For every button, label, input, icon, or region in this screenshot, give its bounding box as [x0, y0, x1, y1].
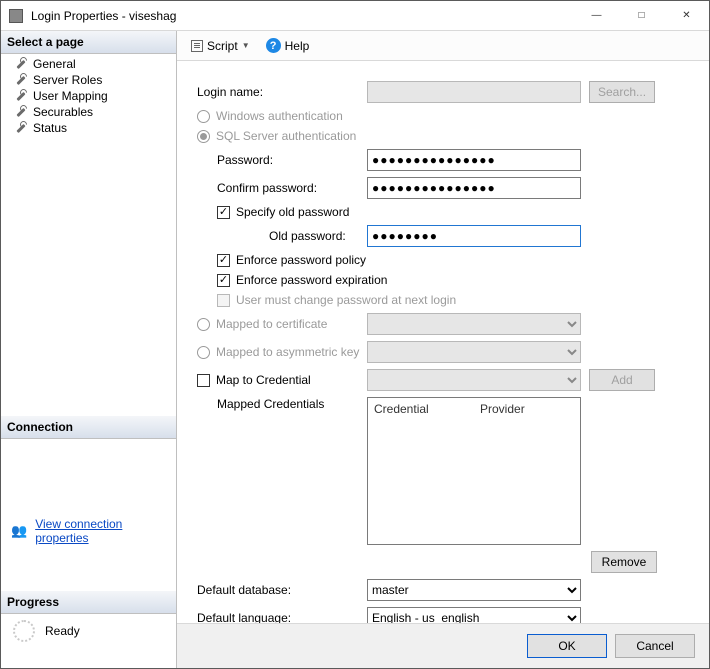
login-name-input	[367, 81, 581, 103]
default-database-label: Default database:	[197, 583, 367, 597]
mapped-credentials-table[interactable]: Credential Provider	[367, 397, 581, 545]
mapped-credentials-label: Mapped Credentials	[197, 397, 367, 411]
must-change-checkbox	[217, 294, 230, 307]
connection-header: Connection	[1, 416, 176, 439]
enforce-policy-checkbox[interactable]: ✓	[217, 254, 230, 267]
default-language-label: Default language:	[197, 611, 367, 623]
window: Login Properties - viseshag — □ ✕ Select…	[0, 0, 710, 669]
map-to-credential-label: Map to Credential	[216, 373, 367, 387]
mapped-asym-select	[367, 341, 581, 363]
windows-auth-radio	[197, 110, 210, 123]
sidebar: Select a page General Server Roles User …	[1, 31, 177, 668]
page-list: General Server Roles User Mapping Secura…	[1, 54, 176, 138]
wrench-icon	[15, 106, 27, 118]
sidebar-item-label: Status	[33, 121, 67, 135]
sidebar-item-securables[interactable]: Securables	[1, 104, 176, 120]
mapped-cert-label: Mapped to certificate	[216, 317, 367, 331]
sidebar-item-label: Server Roles	[33, 73, 102, 87]
ok-button[interactable]: OK	[527, 634, 607, 658]
dialog-footer: OK Cancel	[177, 623, 709, 668]
old-password-input[interactable]	[367, 225, 581, 247]
windows-auth-label: Windows authentication	[216, 109, 343, 123]
sidebar-item-label: User Mapping	[33, 89, 108, 103]
enforce-expiration-checkbox[interactable]: ✓	[217, 274, 230, 287]
help-button[interactable]: ? Help	[262, 36, 314, 55]
mapped-asym-radio	[197, 346, 210, 359]
default-database-select[interactable]: master	[367, 579, 581, 601]
mapped-cert-select	[367, 313, 581, 335]
sidebar-item-status[interactable]: Status	[1, 120, 176, 136]
main-panel: Script ▼ ? Help Login name: Search...	[177, 31, 709, 668]
people-icon: 👥	[11, 523, 27, 539]
wrench-icon	[15, 74, 27, 86]
password-label: Password:	[217, 153, 367, 167]
sql-auth-radio	[197, 130, 210, 143]
old-password-label: Old password:	[269, 229, 367, 243]
chevron-down-icon: ▼	[242, 41, 250, 50]
mapped-cert-radio	[197, 318, 210, 331]
must-change-label: User must change password at next login	[236, 293, 456, 307]
password-input[interactable]	[367, 149, 581, 171]
mapped-asym-label: Mapped to asymmetric key	[216, 345, 367, 359]
enforce-expiration-label: Enforce password expiration	[236, 273, 387, 287]
close-button[interactable]: ✕	[664, 1, 709, 30]
sidebar-item-general[interactable]: General	[1, 56, 176, 72]
provider-column-header: Provider	[474, 398, 580, 420]
wrench-icon	[15, 122, 27, 134]
specify-old-password-label: Specify old password	[236, 205, 349, 219]
script-icon	[191, 40, 203, 52]
confirm-password-input[interactable]	[367, 177, 581, 199]
minimize-button[interactable]: —	[574, 1, 619, 30]
map-to-credential-checkbox[interactable]	[197, 374, 210, 387]
default-language-select[interactable]: English - us_english	[367, 607, 581, 623]
wrench-icon	[15, 58, 27, 70]
cancel-button[interactable]: Cancel	[615, 634, 695, 658]
select-page-header: Select a page	[1, 31, 176, 54]
progress-header: Progress	[1, 591, 176, 614]
sidebar-item-label: Securables	[33, 105, 93, 119]
titlebar: Login Properties - viseshag — □ ✕	[1, 1, 709, 31]
add-button: Add	[589, 369, 655, 391]
help-icon: ?	[266, 38, 281, 53]
window-title: Login Properties - viseshag	[31, 9, 574, 23]
toolbar: Script ▼ ? Help	[177, 31, 709, 61]
search-button: Search...	[589, 81, 655, 103]
sidebar-item-user-mapping[interactable]: User Mapping	[1, 88, 176, 104]
progress-status: Ready	[45, 624, 80, 638]
sidebar-item-label: General	[33, 57, 76, 71]
spinner-icon	[13, 620, 35, 642]
help-label: Help	[285, 39, 310, 53]
app-icon	[9, 9, 23, 23]
script-button[interactable]: Script ▼	[187, 37, 254, 55]
login-name-label: Login name:	[197, 85, 367, 99]
enforce-policy-label: Enforce password policy	[236, 253, 366, 267]
view-connection-properties-link[interactable]: View connection properties	[35, 517, 170, 545]
script-label: Script	[207, 39, 238, 53]
wrench-icon	[15, 90, 27, 102]
sidebar-item-server-roles[interactable]: Server Roles	[1, 72, 176, 88]
confirm-password-label: Confirm password:	[217, 181, 367, 195]
specify-old-password-checkbox[interactable]: ✓	[217, 206, 230, 219]
sql-auth-label: SQL Server authentication	[216, 129, 356, 143]
maximize-button[interactable]: □	[619, 1, 664, 30]
credential-column-header: Credential	[368, 398, 474, 420]
remove-button[interactable]: Remove	[591, 551, 657, 573]
map-to-credential-select	[367, 369, 581, 391]
